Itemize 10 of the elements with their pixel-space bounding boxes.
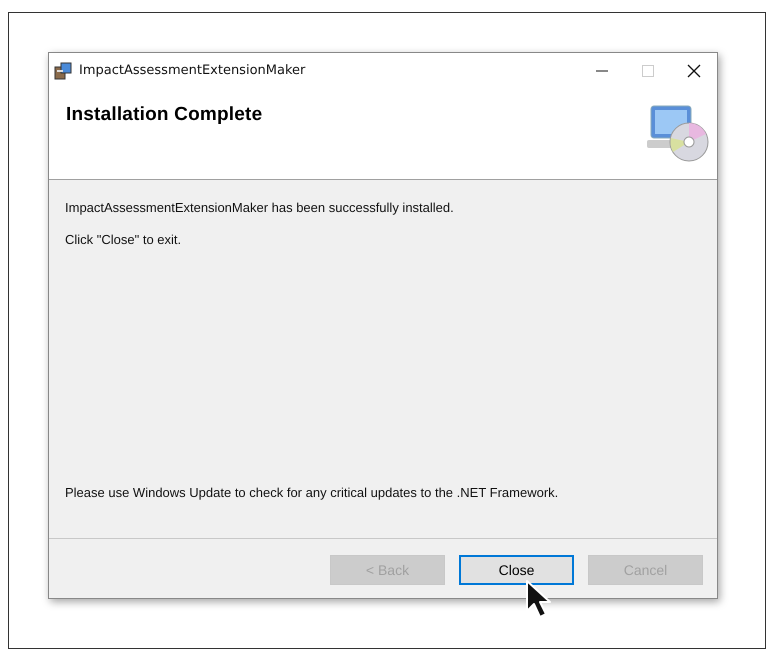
- page-title: Installation Complete: [66, 104, 262, 126]
- message-text: ImpactAssessmentExtensionMaker has been successfully installed.: [65, 200, 455, 215]
- minimize-icon: [596, 70, 608, 72]
- note-text: Please use Windows Update to check for any critical updates to the .NET Framework.: [65, 485, 560, 500]
- message-text: Click "Close" to exit.: [65, 232, 182, 247]
- window-title: ImpactAssessmentExtensionMaker: [79, 63, 306, 78]
- close-button[interactable]: Close: [459, 555, 574, 585]
- close-icon: [687, 64, 701, 78]
- installer-icon: [53, 60, 73, 80]
- maximize-icon: [642, 64, 654, 76]
